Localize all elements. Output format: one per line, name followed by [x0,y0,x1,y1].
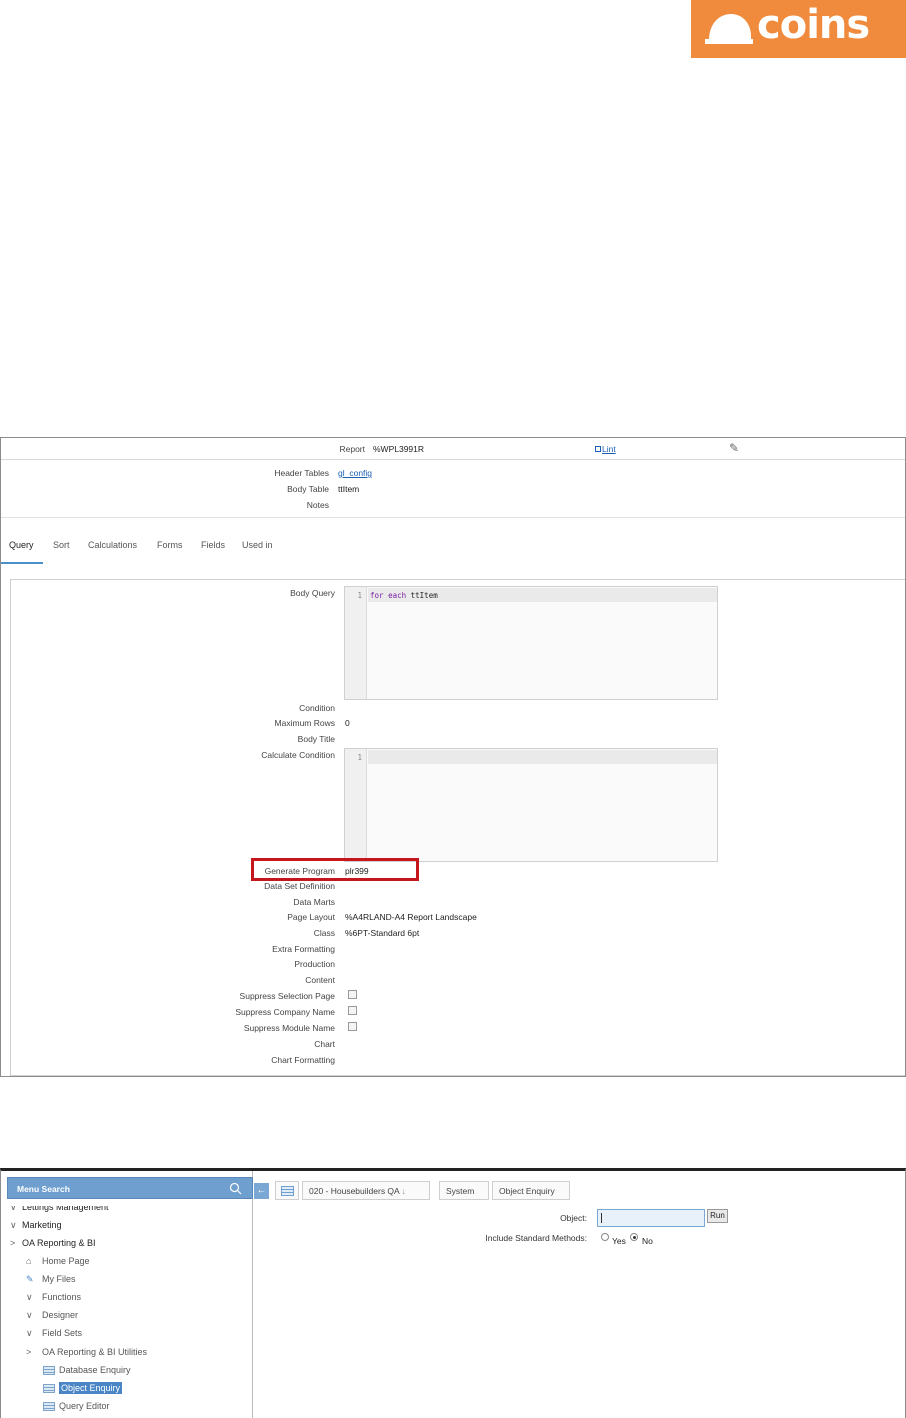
condition-label: Condition [299,703,335,713]
chart-label: Chart [314,1039,335,1049]
sidebar-item-home-page[interactable]: ⌂ Home Page [26,1256,90,1266]
body-table-value: ttItem [338,484,360,494]
chevron-right-icon: > [26,1347,32,1357]
max-rows-value: 0 [345,718,350,728]
line-number: 1 [357,753,362,762]
lint-icon [595,446,601,452]
menu-search-label: Menu Search [17,1184,70,1194]
class-value: %6PT-Standard 6pt [345,928,420,938]
calc-condition-editor[interactable]: 1 [344,748,718,862]
page-layout-value: %A4RLAND-A4 Report Landscape [345,912,477,922]
sidebar-item-database-enquiry[interactable]: Database Enquiry [43,1365,131,1376]
notes-label: Notes [306,500,329,510]
sidebar-item-lettings[interactable]: ∨ Lettings Management [10,1202,109,1213]
body-query-editor[interactable]: 1 for each ttItem [344,586,718,700]
page-layout-label: Page Layout [287,912,335,922]
sidebar-item-my-files[interactable]: ✎ My Files [26,1274,76,1285]
body-table-label: Body Table [287,484,329,494]
tab-calculations[interactable]: Calculations [88,534,137,564]
body-title-label: Body Title [297,734,335,744]
menu-search-bar[interactable]: Menu Search [7,1177,253,1199]
arrow-down-icon: ↓ [401,1186,406,1196]
tab-fields[interactable]: Fields [201,534,225,564]
report-header: Report %WPL3991R Lint ✎ [1,438,905,460]
object-label: Object: [560,1213,587,1223]
header-tables-link[interactable]: gl_config [338,468,372,478]
sidebar-item-designer[interactable]: ∨ Designer [26,1310,78,1321]
highlight-box [251,858,419,881]
report-screen: Report %WPL3991R Lint ✎ Header Tables gl… [0,437,906,1077]
production-label: Production [294,959,335,969]
breadcrumb-system[interactable]: System [439,1181,489,1200]
chevron-down-icon: ∨ [26,1328,33,1338]
chevron-down-icon: ∨ [26,1292,33,1302]
chevron-down-icon: ∨ [10,1202,17,1212]
chevron-down-icon: ∨ [10,1220,17,1230]
include-standard-methods-label: Include Standard Methods: [485,1233,587,1243]
yes-label: Yes [612,1236,626,1246]
max-rows-label: Maximum Rows [274,718,335,728]
suppress-company-name-checkbox[interactable] [348,1006,357,1015]
sidebar-item-object-enquiry[interactable]: Object Enquiry [43,1382,123,1394]
line-number: 1 [357,591,362,600]
content-label: Content [305,975,335,985]
body-query-code: for each ttItem [370,591,438,600]
wrench-icon: ✎ [26,1274,34,1284]
sidebar-item-marketing[interactable]: ∨ Marketing [10,1220,62,1231]
yes-radio[interactable] [601,1233,609,1241]
sidebar: ∨ Lettings Management ∨ Marketing > OA Repo… [1,1171,253,1418]
no-radio[interactable] [630,1233,638,1241]
chevron-down-icon: ∨ [26,1310,33,1320]
report-fields: Header Tables gl_config Body Table ttIte… [1,460,905,518]
list-icon [43,1366,55,1376]
suppress-module-name-label: Suppress Module Name [243,1023,335,1033]
tab-query[interactable]: Query [1,534,43,564]
extra-formatting-label: Extra Formatting [272,944,335,954]
search-icon[interactable] [229,1182,242,1195]
sidebar-item-query-editor[interactable]: Query Editor [43,1401,110,1412]
tab-used-in[interactable]: Used in [242,534,273,564]
chevron-right-icon: > [10,1238,16,1248]
list-icon [43,1384,55,1394]
sidebar-item-oa-utilities[interactable]: > OA Reporting & BI Utilities [26,1347,147,1357]
coins-logo: coins [691,0,906,58]
tab-sort[interactable]: Sort [53,534,70,564]
breadcrumb-company[interactable]: 020 - Housebuilders QA ↓ [302,1181,430,1200]
chart-formatting-label: Chart Formatting [271,1055,335,1065]
suppress-company-name-label: Suppress Company Name [235,1007,335,1017]
body-query-label: Body Query [290,588,335,598]
home-icon: ⌂ [26,1256,32,1266]
lint-link[interactable]: Lint [595,444,616,454]
report-code: %WPL3991R [373,444,425,454]
class-label: Class [313,928,335,938]
menu-list-icon[interactable] [275,1181,299,1200]
collapse-sidebar-button[interactable]: ← [254,1183,269,1199]
sidebar-item-field-sets[interactable]: ∨ Field Sets [26,1328,82,1339]
list-icon [43,1402,55,1412]
object-enquiry-screen: ∨ Lettings Management ∨ Marketing > OA Repo… [0,1168,906,1418]
suppress-selection-page-label: Suppress Selection Page [239,991,335,1001]
header-tables-label: Header Tables [274,468,329,478]
data-set-definition-label: Data Set Definition [264,881,335,891]
no-label: No [642,1236,653,1246]
suppress-selection-page-checkbox[interactable] [348,990,357,999]
breadcrumb-object-enquiry[interactable]: Object Enquiry [492,1181,570,1200]
data-marts-label: Data Marts [293,897,335,907]
sidebar-item-oa-reporting[interactable]: > OA Reporting & BI [10,1238,96,1248]
object-input[interactable] [597,1209,705,1227]
tab-forms[interactable]: Forms [157,534,183,564]
hardhat-icon [705,14,753,44]
report-label: Report [339,444,365,454]
run-button[interactable]: Run [707,1209,728,1223]
logo-text: coins [757,2,870,48]
calc-condition-label: Calculate Condition [261,750,335,760]
report-tabs: Query Sort Calculations Forms Fields Use… [1,534,905,564]
pencil-icon[interactable]: ✎ [729,441,739,455]
sidebar-item-functions[interactable]: ∨ Functions [26,1292,81,1303]
suppress-module-name-checkbox[interactable] [348,1022,357,1031]
